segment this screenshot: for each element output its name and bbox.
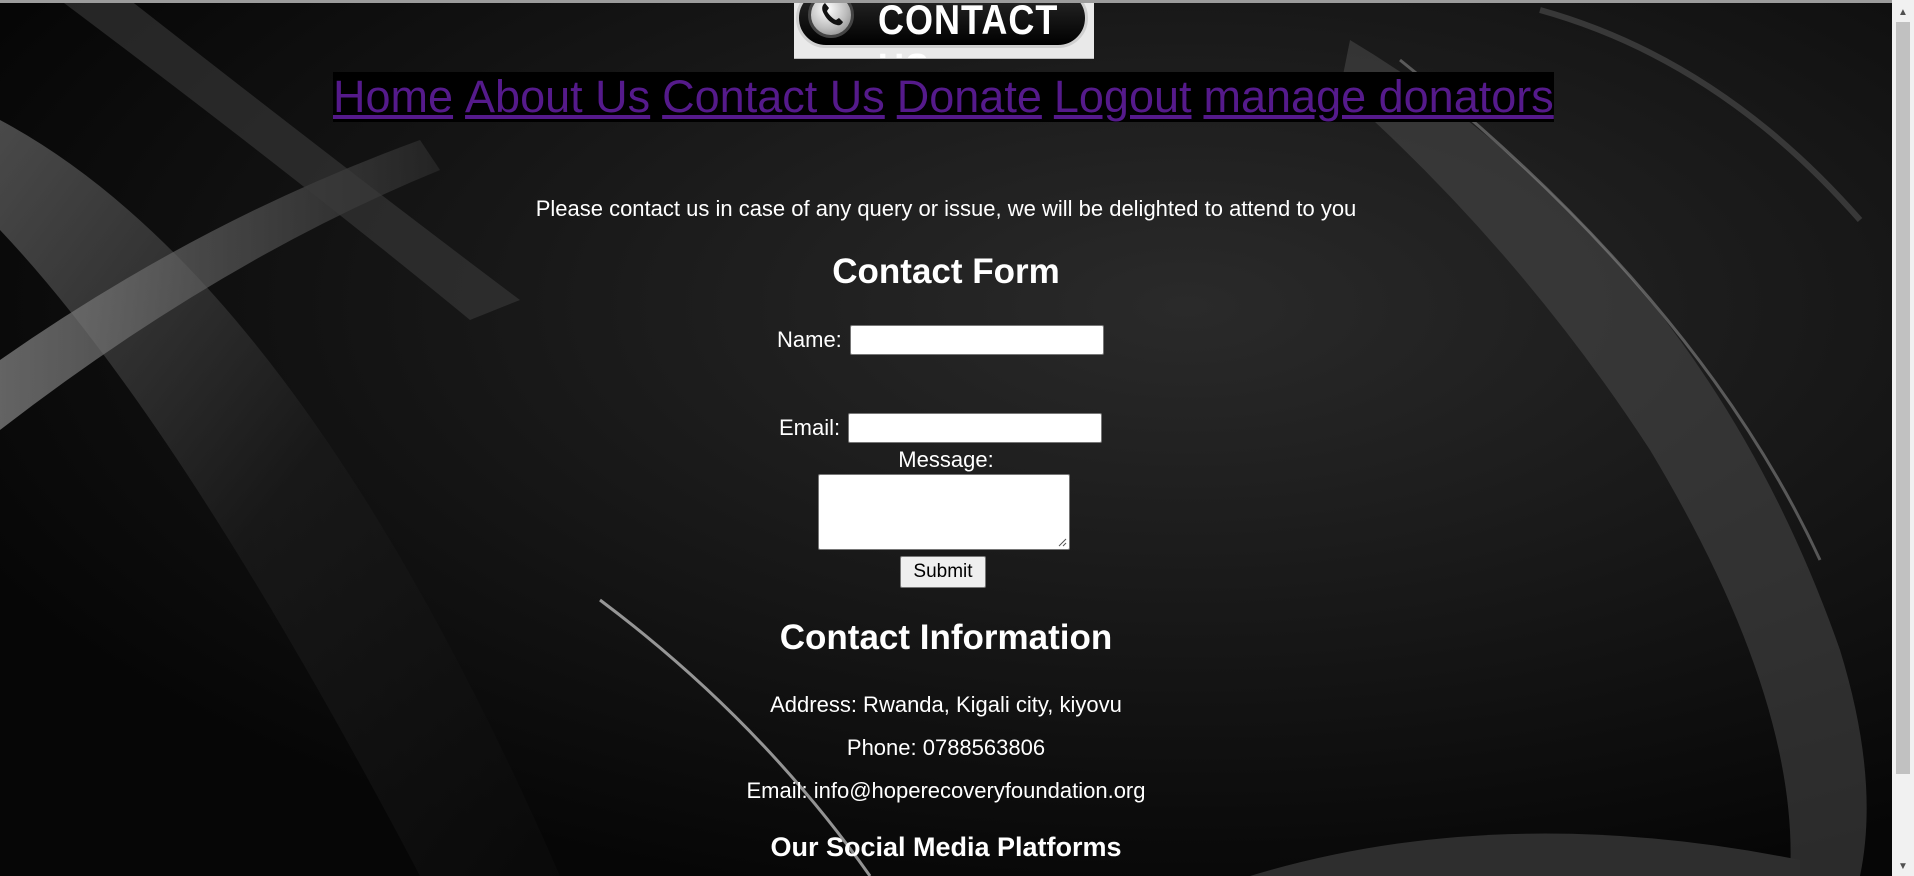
social-media-heading: Our Social Media Platforms (770, 832, 1122, 862)
email-text: Email: info@hoperecoveryfoundation.org (746, 778, 1146, 803)
window-top-border (0, 0, 1914, 3)
name-label: Name: (777, 327, 842, 352)
message-label: Message: (898, 447, 994, 472)
scroll-up-arrow-icon[interactable]: ▲ (1892, 4, 1914, 22)
scrollbar-thumb[interactable] (1896, 22, 1910, 774)
email-row: Email: (779, 413, 1103, 443)
banner-text: CONTACT US (878, 0, 1059, 58)
phone-text: Phone: 0788563806 (846, 735, 1046, 760)
nav-link-logout[interactable]: Logout (1054, 72, 1192, 122)
email-input[interactable] (848, 413, 1103, 443)
scroll-down-arrow-icon[interactable]: ▼ (1892, 858, 1914, 876)
intro-text: Please contact us in case of any query o… (535, 196, 1357, 221)
contact-form-heading: Contact Form (832, 252, 1060, 291)
page-content: CONTACT US Home About Us Contact Us Dona… (0, 0, 1892, 876)
message-textarea[interactable] (818, 474, 1070, 550)
contact-us-banner: CONTACT US (794, 0, 1094, 59)
nav-link-contact-us[interactable]: Contact Us (662, 72, 885, 122)
contact-information-heading: Contact Information (779, 618, 1113, 657)
nav-link-home[interactable]: Home (333, 72, 453, 122)
vertical-scrollbar[interactable]: ▲ ▼ (1892, 0, 1914, 876)
name-input[interactable] (849, 325, 1104, 355)
email-label: Email: (779, 415, 841, 440)
submit-button[interactable]: Submit (900, 556, 986, 588)
nav-link-about-us[interactable]: About Us (465, 72, 650, 122)
nav-link-donate[interactable]: Donate (897, 72, 1042, 122)
main-nav: Home About Us Contact Us Donate Logout m… (333, 72, 1554, 122)
address-text: Address: Rwanda, Kigali city, kiyovu (770, 692, 1122, 717)
nav-link-manage-donators[interactable]: manage donators (1204, 72, 1554, 122)
name-row: Name: (777, 325, 1104, 355)
resize-grip-icon[interactable] (1057, 537, 1067, 547)
